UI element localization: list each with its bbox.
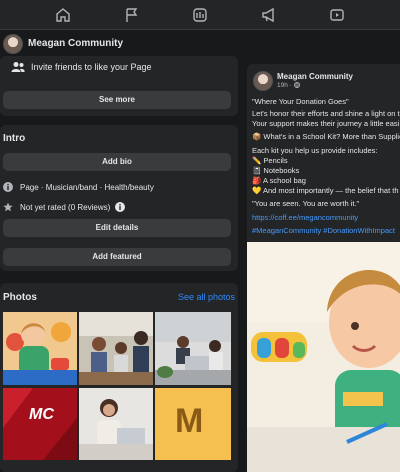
post-card: Meagan Community 19h · "Where Your Donat… — [247, 64, 400, 472]
category-row: Page · Musician/band · Health/beauty — [3, 182, 154, 192]
invite-friends-link[interactable]: Invite friends to like your Page — [11, 61, 152, 73]
megaphone-icon[interactable] — [261, 7, 277, 23]
star-icon — [3, 202, 13, 212]
intro-heading: Intro — [3, 133, 26, 144]
post-text-line: "Where Your Donation Goes" — [252, 97, 349, 106]
avatar[interactable] — [3, 34, 23, 54]
top-navigation-bar — [0, 0, 400, 30]
photo-thumbnail[interactable] — [3, 312, 77, 385]
photo-thumbnail[interactable] — [79, 312, 153, 385]
globe-icon — [293, 82, 300, 89]
rating-info-icon[interactable] — [115, 202, 126, 212]
photo-thumbnail[interactable]: M — [155, 388, 231, 460]
post-hashtags[interactable]: #MeaganCommunity #DonationWithImpact — [252, 226, 395, 235]
home-icon[interactable] — [55, 7, 71, 23]
post-author-name[interactable]: Meagan Community — [277, 72, 353, 81]
video-icon[interactable] — [329, 7, 345, 23]
post-text-line: "You are seen. You are worth it." — [252, 199, 360, 208]
info-icon — [3, 182, 13, 192]
edit-details-button[interactable]: Edit details — [3, 219, 231, 237]
rating-text: Not yet rated (0 Reviews) — [20, 202, 111, 212]
post-text-line: Your support makes their journey a littl… — [252, 119, 400, 128]
post-timestamp[interactable]: 19h · — [277, 82, 300, 89]
people-icon — [11, 61, 25, 73]
post-text-line: 💛 And most importantly — the belief that… — [252, 186, 399, 195]
post-text-line: ✏️ Pencils — [252, 156, 288, 165]
category-text: Page · Musician/band · Health/beauty — [20, 182, 154, 192]
post-author-avatar[interactable] — [253, 71, 273, 91]
flag-icon[interactable] — [124, 7, 140, 23]
mc-logo-text: MC — [29, 406, 54, 423]
add-featured-button[interactable]: Add featured — [3, 248, 231, 266]
marketplace-icon[interactable] — [192, 7, 208, 23]
see-all-photos-link[interactable]: See all photos — [178, 292, 235, 302]
photo-thumbnail[interactable] — [155, 312, 231, 385]
page-title[interactable]: Meagan Community — [28, 38, 123, 49]
post-image[interactable] — [247, 242, 400, 472]
photos-heading: Photos — [3, 292, 37, 303]
photo-thumbnail[interactable] — [79, 388, 153, 460]
photo-thumbnail[interactable]: MC — [3, 388, 77, 460]
post-text-line: 📦 What's in a School Kit? More than Supp… — [252, 132, 400, 141]
post-text-line: 📓 Notebooks — [252, 166, 300, 175]
rating-row: Not yet rated (0 Reviews) — [3, 202, 126, 212]
add-bio-button[interactable]: Add bio — [3, 153, 231, 171]
post-link[interactable]: https://coff.ee/megancommunity — [252, 213, 358, 222]
invite-friends-label: Invite friends to like your Page — [31, 62, 152, 72]
m-logo-text: M — [175, 402, 204, 440]
see-more-button[interactable]: See more — [3, 91, 231, 109]
post-time-text: 19h · — [277, 82, 294, 89]
post-text-line: Let's honor their efforts and shine a li… — [252, 109, 400, 118]
post-text-line: Each kit you help us provide includes: — [252, 146, 378, 155]
post-text-line: 🎒 A school bag — [252, 176, 306, 185]
